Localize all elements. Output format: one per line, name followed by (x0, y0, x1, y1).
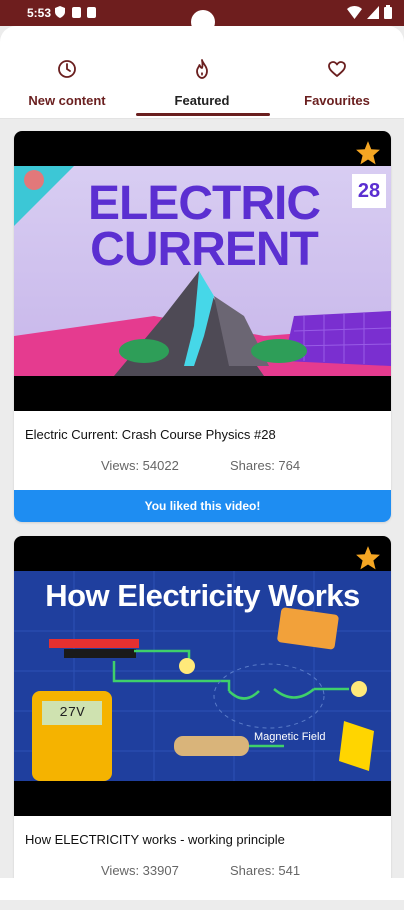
video-thumbnail[interactable]: ELECTRIC CURRENT 28 (14, 131, 391, 411)
magnetic-field-label: Magnetic Field (254, 731, 326, 743)
tab-label: Favourites (304, 93, 370, 108)
video-title: How ELECTRICITY works - working principl… (25, 832, 285, 847)
thumbnail-title: How Electricity Works (45, 578, 360, 613)
tab-indicator (136, 113, 270, 116)
views-count: Views: 54022 (101, 458, 179, 473)
gesture-bar (0, 878, 404, 900)
tab-favourites[interactable]: Favourites (270, 26, 404, 118)
fire-icon (196, 59, 208, 79)
battery-icon (384, 5, 392, 19)
wifi-icon (347, 5, 362, 19)
video-title: Electric Current: Crash Course Physics #… (25, 427, 276, 442)
camera-cutout (191, 10, 215, 34)
tab-label: Featured (174, 93, 230, 108)
shield-icon (55, 6, 65, 18)
shares-count: Shares: 764 (230, 458, 301, 473)
thumbnail-title: ELECTRIC CURRENT (88, 177, 321, 276)
episode-badge: 28 (357, 180, 381, 202)
video-feed[interactable]: ELECTRIC CURRENT 28 Electric Current: Cr… (14, 131, 391, 910)
tab-label: New content (28, 93, 106, 108)
notification-icon (87, 7, 96, 18)
clock-icon (58, 60, 76, 78)
views-count: Views: 33907 (101, 863, 179, 878)
sim-icon (72, 7, 81, 18)
shares-count: Shares: 541 (230, 863, 301, 878)
tab-header: New content Featured Favourites (0, 26, 404, 119)
video-card[interactable]: ELECTRIC CURRENT 28 Electric Current: Cr… (14, 131, 391, 522)
star-icon[interactable] (355, 545, 381, 571)
star-icon[interactable] (355, 140, 381, 166)
multimeter-readout: 27V (59, 705, 85, 721)
video-card[interactable]: How Electricity Works 27V Magnetic Field… (14, 536, 391, 896)
status-time: 5:53 (27, 6, 52, 20)
heart-icon (328, 61, 346, 77)
video-thumbnail[interactable]: How Electricity Works 27V Magnetic Field (14, 536, 391, 816)
liked-banner[interactable]: You liked this video! (14, 490, 391, 522)
signal-icon (367, 5, 379, 19)
tab-new-content[interactable]: New content (0, 26, 134, 118)
tab-featured[interactable]: Featured (135, 26, 269, 118)
